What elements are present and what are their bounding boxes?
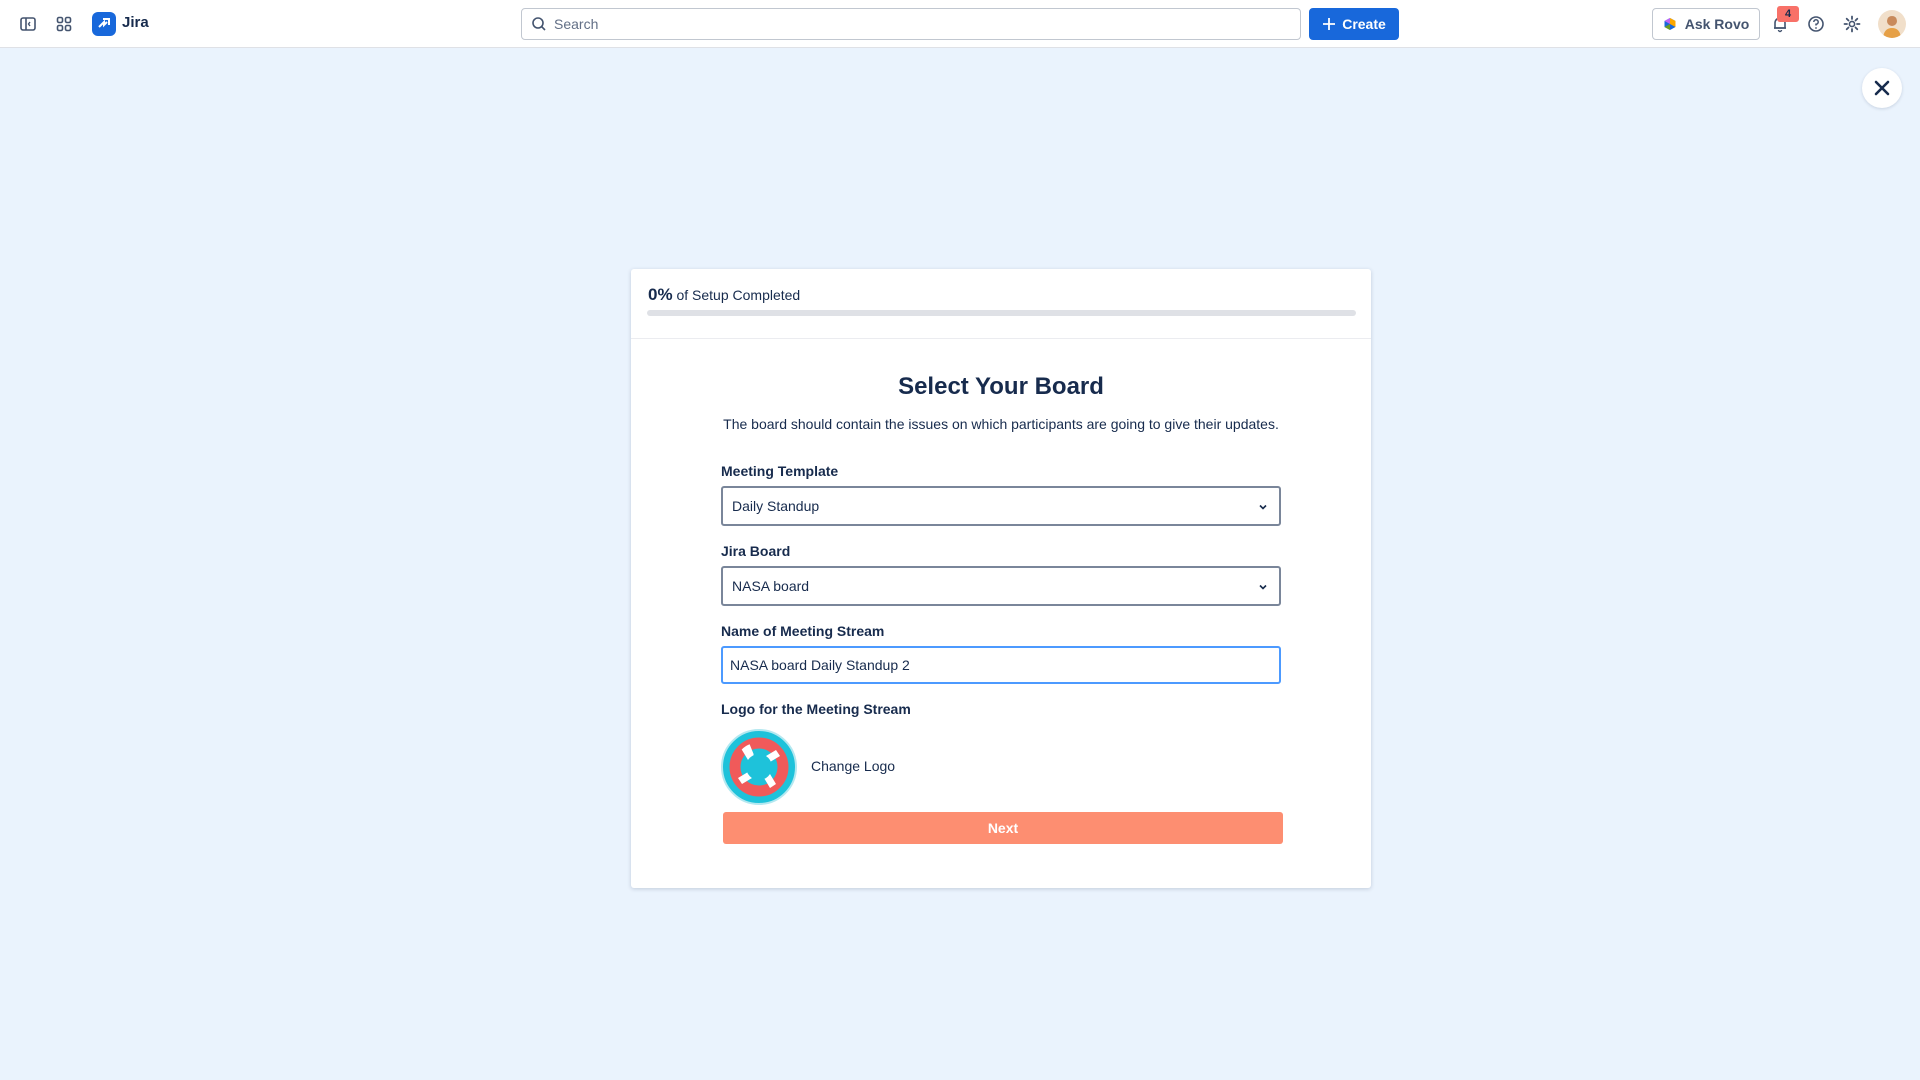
user-avatar[interactable] [1878,10,1906,38]
app-switcher-icon[interactable] [52,12,76,36]
progress-percent: 0% [648,285,673,304]
jira-board-label: Jira Board [721,543,791,559]
jira-board-select[interactable]: NASA board [721,566,1281,606]
stream-name-label: Name of Meeting Stream [721,623,885,639]
chevron-down-icon [1257,500,1269,516]
meeting-template-label: Meeting Template [721,463,839,479]
progress-text: 0% of Setup Completed [648,285,800,305]
page-subtitle: The board should contain the issues on w… [723,416,1279,432]
search-icon [531,16,547,37]
stream-name-input[interactable] [721,646,1281,684]
settings-gear-icon[interactable] [1840,12,1864,36]
ask-rovo-button[interactable]: Ask Rovo [1652,8,1760,40]
next-button[interactable]: Next [723,812,1283,844]
ask-rovo-label: Ask Rovo [1684,16,1750,32]
top-navigation: Jira Create Ask Rovo 4 [0,0,1920,48]
setup-card: 0% of Setup Completed Select Your Board … [631,269,1371,888]
progress-suffix: of Setup Completed [676,287,801,303]
jira-logo-icon[interactable] [92,12,116,36]
notification-count-badge[interactable]: 4 [1777,6,1799,22]
change-logo-link[interactable]: Change Logo [811,758,895,774]
create-button[interactable]: Create [1309,8,1399,40]
close-icon [1874,80,1890,96]
jira-board-value: NASA board [732,578,810,594]
meeting-template-select[interactable]: Daily Standup [721,486,1281,526]
search-bar[interactable] [521,8,1301,40]
setup-progress: 0% of Setup Completed [631,269,1371,339]
search-input[interactable] [554,16,1300,32]
help-icon[interactable] [1804,12,1828,36]
progress-bar [647,310,1356,316]
chevron-down-icon [1257,580,1269,596]
lifebuoy-icon[interactable] [721,729,797,805]
create-button-label: Create [1342,16,1386,32]
app-name[interactable]: Jira [122,14,149,31]
meeting-template-value: Daily Standup [732,498,820,514]
close-button[interactable] [1862,68,1902,108]
rovo-icon [1664,18,1676,30]
page-title: Select Your Board [898,373,1104,400]
plus-icon [1323,18,1336,30]
sidebar-toggle-icon[interactable] [16,12,40,36]
logo-label: Logo for the Meeting Stream [721,701,911,717]
